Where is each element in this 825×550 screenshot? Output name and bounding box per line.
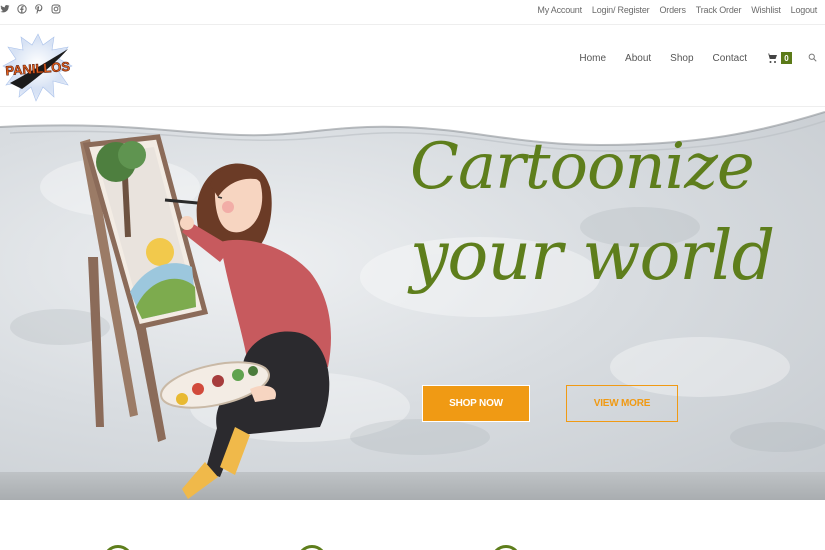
nav-contact[interactable]: Contact — [713, 53, 747, 64]
hero-banner: Cartoonize your world SHOP NOW VIEW MORE — [0, 107, 825, 500]
main-nav: Home About Shop Contact 0 — [579, 49, 817, 67]
headline-line-1: Cartoonize — [410, 130, 755, 204]
feature-icon-circle — [103, 545, 133, 550]
facebook-icon[interactable] — [17, 3, 27, 15]
cart-icon — [766, 53, 777, 63]
cart-count-badge: 0 — [781, 52, 792, 64]
site-header: PANILLOS Home About Shop Contact 0 — [0, 25, 825, 107]
pinterest-icon[interactable] — [34, 3, 44, 15]
top-bar: My Account Login/ Register Orders Track … — [0, 0, 825, 25]
orders-link[interactable]: Orders — [659, 5, 686, 15]
instagram-icon[interactable] — [51, 3, 61, 15]
painter-girl-illustration — [80, 134, 331, 499]
feature-icon-circle — [297, 545, 327, 550]
cart-button[interactable]: 0 — [766, 52, 792, 64]
shop-now-button[interactable]: SHOP NOW — [422, 385, 530, 422]
site-logo[interactable]: PANILLOS — [2, 31, 74, 103]
hero-headline: Cartoonize your world — [410, 122, 820, 302]
search-button[interactable] — [808, 49, 817, 67]
logout-link[interactable]: Logout — [791, 5, 818, 15]
login-register-link[interactable]: Login/ Register — [592, 5, 650, 15]
search-icon — [808, 53, 817, 62]
features-section — [0, 500, 825, 550]
nav-home[interactable]: Home — [579, 53, 606, 64]
nav-shop[interactable]: Shop — [670, 53, 693, 64]
my-account-link[interactable]: My Account — [537, 5, 582, 15]
headline-line-2: your world — [410, 217, 775, 296]
feature-icon-circle — [491, 545, 521, 550]
wishlist-link[interactable]: Wishlist — [751, 5, 781, 15]
view-more-button[interactable]: VIEW MORE — [566, 385, 678, 422]
account-links: My Account Login/ Register Orders Track … — [537, 5, 817, 15]
twitter-icon[interactable] — [0, 3, 10, 15]
social-links — [0, 3, 61, 15]
nav-about[interactable]: About — [625, 53, 651, 64]
track-order-link[interactable]: Track Order — [696, 5, 742, 15]
